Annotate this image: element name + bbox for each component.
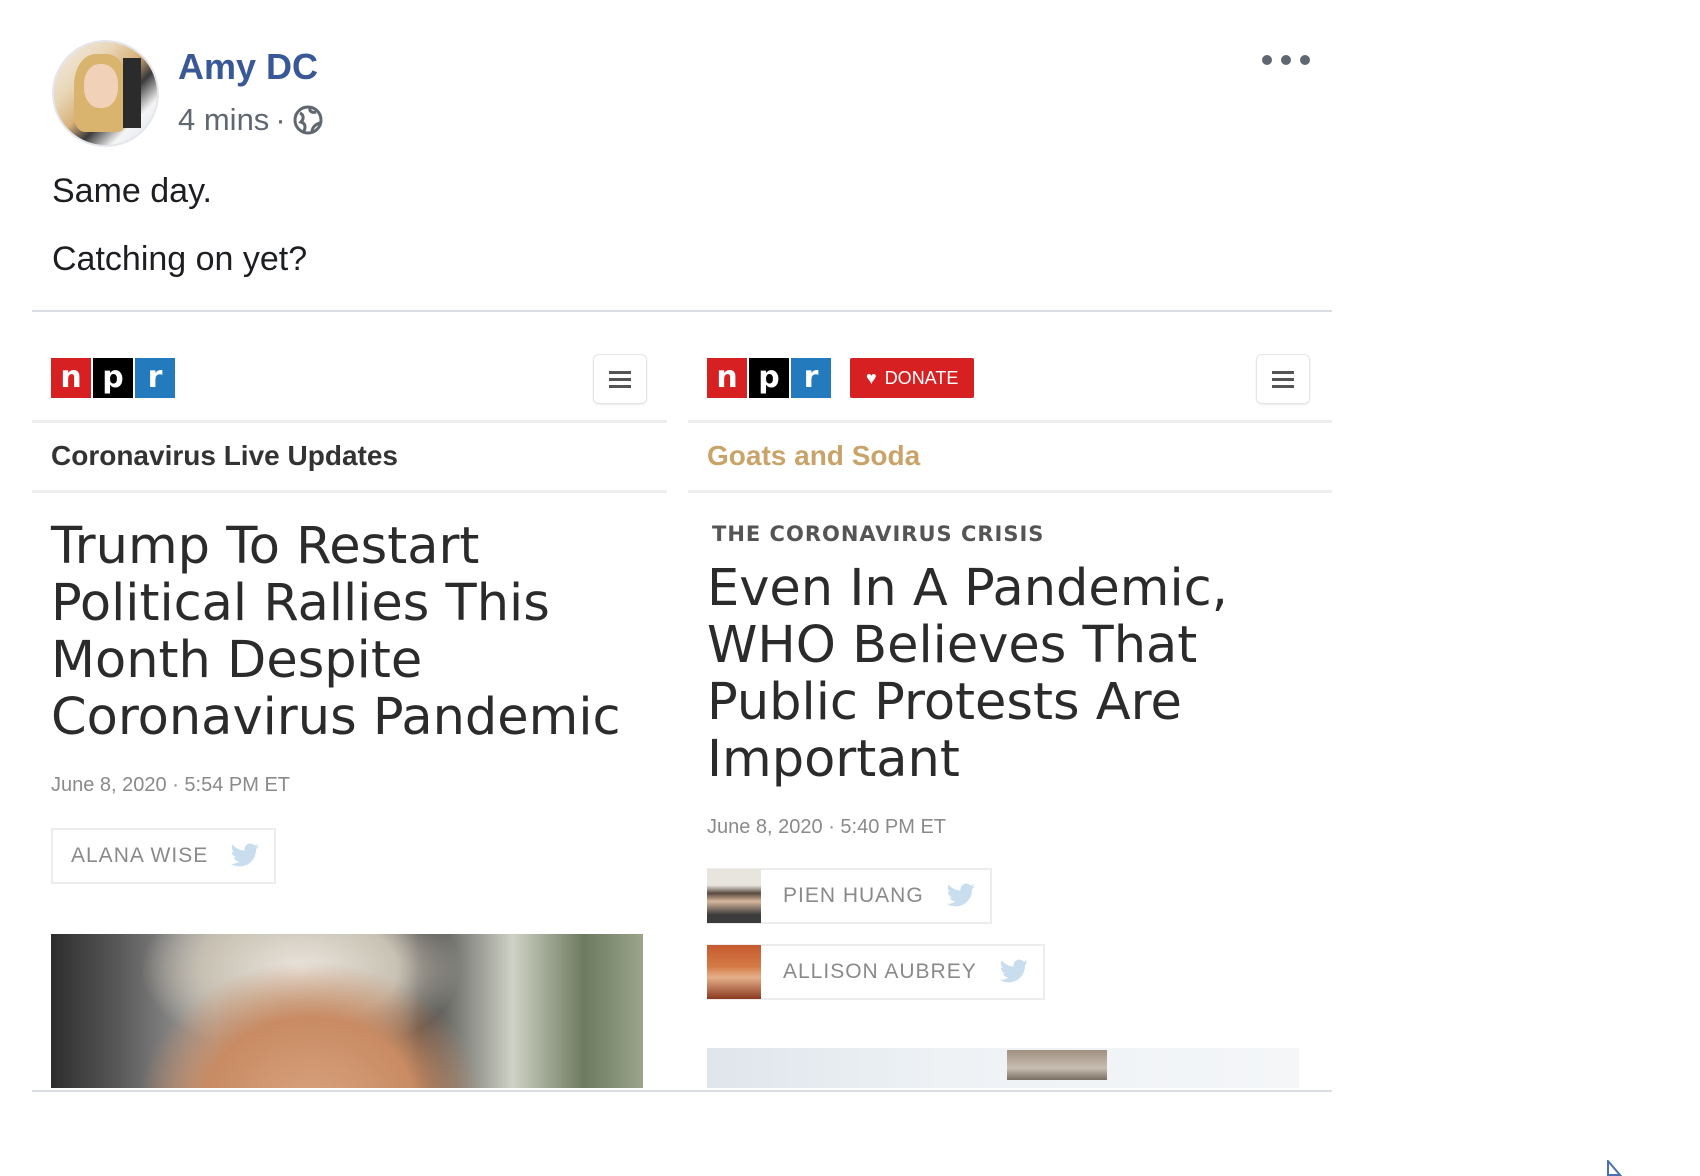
facebook-post: Amy DC 4 mins · Same day. Catching on ye… [0, 0, 1700, 1176]
post-timestamp[interactable]: 4 mins [178, 102, 269, 138]
donate-button[interactable]: ♥ DONATE [850, 358, 975, 398]
divider [688, 490, 1332, 493]
cursor-icon [1607, 1160, 1623, 1176]
article-date: June 8, 2020 · 5:54 PM ET [51, 774, 291, 796]
article-date: June 8, 2020 · 5:40 PM ET [707, 816, 947, 838]
donate-label: DONATE [884, 367, 959, 388]
npr-logo: n p r [707, 358, 833, 398]
divider [688, 420, 1332, 423]
byline-name: ALANA WISE [71, 844, 209, 867]
author-photo [707, 945, 761, 999]
byline-name: ALLISON AUBREY [783, 960, 977, 983]
meta-separator: · [275, 102, 286, 137]
article-kicker[interactable]: THE CORONAVIRUS CRISIS [712, 522, 1044, 546]
author-avatar[interactable] [52, 40, 159, 147]
npr-logo: n p r [51, 358, 177, 398]
twitter-icon[interactable] [946, 883, 976, 909]
author-byline[interactable]: PIEN HUANG [707, 868, 992, 924]
author-byline[interactable]: ALLISON AUBREY [707, 944, 1045, 1000]
article-photo [707, 1048, 1299, 1088]
twitter-icon[interactable] [999, 959, 1029, 985]
author-byline[interactable]: ALANA WISE [51, 828, 277, 884]
section-label[interactable]: Coronavirus Live Updates [51, 440, 398, 472]
article-headline: Even In A Pandemic, WHO Believes That Pu… [707, 559, 1228, 789]
post-meta: 4 mins · [178, 102, 324, 138]
divider [32, 420, 667, 423]
hamburger-menu-icon[interactable] [593, 354, 647, 404]
attachment-divider-top [32, 310, 1332, 312]
divider [32, 490, 667, 493]
post-text-line: Catching on yet? [52, 240, 308, 278]
author-name-link[interactable]: Amy DC [178, 46, 318, 88]
twitter-icon[interactable] [230, 843, 260, 869]
heart-icon: ♥ [866, 367, 877, 388]
attached-image-right[interactable]: n p r ♥ DONATE Goats and Soda THE CORONA… [688, 340, 1332, 1088]
hamburger-menu-icon[interactable] [1256, 354, 1310, 404]
more-options-icon[interactable] [1262, 48, 1310, 72]
globe-icon[interactable] [292, 104, 324, 136]
attachment-divider-bottom [32, 1090, 1332, 1092]
byline-name: PIEN HUANG [783, 884, 924, 907]
article-photo [51, 934, 643, 1088]
section-label[interactable]: Goats and Soda [707, 440, 920, 472]
author-photo [707, 869, 761, 923]
article-headline: Trump To Restart Political Rallies This … [51, 517, 621, 747]
post-text-line: Same day. [52, 172, 213, 210]
attached-image-left[interactable]: n p r Coronavirus Live Updates Trump To … [32, 340, 667, 1088]
